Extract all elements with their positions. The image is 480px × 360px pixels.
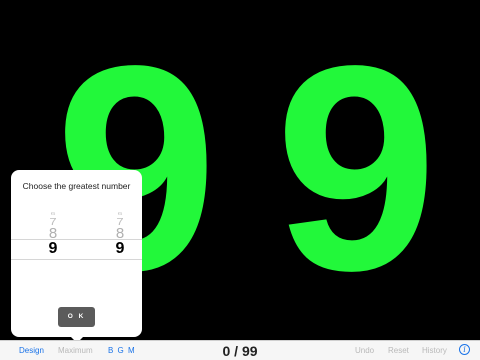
- tens-wheel-option[interactable]: 8: [38, 226, 68, 241]
- design-button[interactable]: Design: [19, 346, 44, 356]
- right-digit: 9: [275, 5, 438, 331]
- info-icon[interactable]: i: [459, 344, 470, 355]
- score-counter: 0 / 99: [222, 343, 258, 359]
- ones-wheel-option[interactable]: 8: [105, 226, 135, 241]
- max-number-popover: Choose the greatest number 6 7 8 9 6 7 8…: [11, 170, 142, 337]
- history-button[interactable]: History: [422, 346, 447, 356]
- ones-wheel-selected[interactable]: 9: [105, 241, 135, 257]
- tens-wheel-selected[interactable]: 9: [38, 241, 68, 257]
- undo-button[interactable]: Undo: [355, 346, 374, 356]
- popover-title: Choose the greatest number: [22, 181, 131, 191]
- maximum-button[interactable]: Maximum: [58, 346, 93, 356]
- tens-wheel[interactable]: 6 7 8 9: [38, 207, 68, 267]
- number-picker[interactable]: 6 7 8 9 6 7 8 9: [11, 207, 142, 267]
- ones-wheel[interactable]: 6 7 8 9: [105, 207, 135, 267]
- scoreboard-screen: 9 9 Choose the greatest number 6 7 8 9 6…: [0, 0, 480, 360]
- ok-button[interactable]: O K: [58, 307, 95, 327]
- bgm-button[interactable]: B G M: [108, 346, 136, 356]
- bottom-toolbar: Design Maximum B G M 0 / 99 Undo Reset H…: [0, 340, 480, 360]
- reset-button[interactable]: Reset: [388, 346, 409, 356]
